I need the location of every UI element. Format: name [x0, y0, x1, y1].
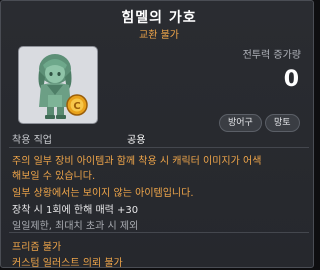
job-label: 착용 직업	[12, 135, 52, 146]
power-increase-value: 0	[283, 67, 299, 92]
job-value: 공용	[127, 135, 146, 146]
prism-unavailable: 프리즘 불가	[12, 242, 62, 253]
limit-text: 일일제한, 최대치 초과 시 제외	[12, 221, 139, 232]
description-line-3: 일부 상황에서는 보이지 않는 아이템입니다.	[12, 188, 194, 199]
trade-status: 교환 불가	[139, 30, 179, 41]
tag-armor: 방어구	[219, 114, 262, 132]
divider	[9, 147, 309, 148]
tag-cape: 망토	[265, 114, 300, 132]
description-line-1: 주의 일부 장비 아이템과 함께 착용 시 캐릭터 이미지가 어색	[12, 156, 262, 167]
svg-text:C: C	[73, 101, 80, 112]
item-icon-frame: C	[18, 46, 98, 124]
item-tooltip: 힘멜의 가호 교환 불가 C 전투력 증가량 0 방어구 망토 착용 직업 공용…	[0, 0, 314, 269]
description-line-2: 해보일 수 있습니다.	[12, 171, 96, 182]
effect-text: 장착 시 1회에 한해 매력 +30	[12, 205, 139, 216]
item-name: 힘멜의 가호	[121, 10, 197, 26]
power-increase-label: 전투력 증가량	[242, 50, 301, 61]
divider	[9, 232, 309, 233]
cape-figure-icon: C	[38, 54, 88, 119]
custom-illustration-unavailable: 커스텀 일러스트 의뢰 불가	[12, 258, 123, 269]
